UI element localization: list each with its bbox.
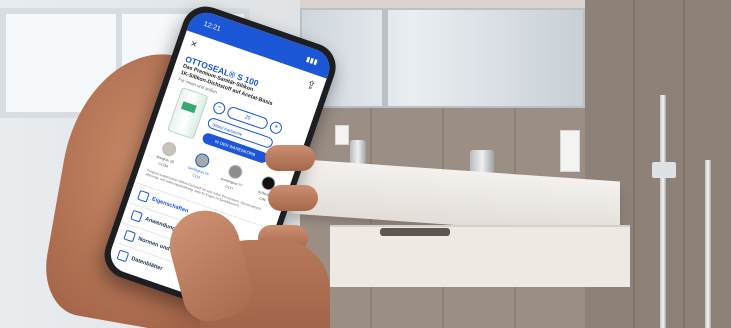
norms-icon (123, 229, 137, 243)
properties-icon (137, 189, 150, 203)
shower-head (652, 162, 676, 178)
plus-button[interactable]: + (268, 120, 284, 136)
minus-button[interactable]: − (211, 100, 227, 116)
bathroom-scene: 12:21 ▮▮▮ × ⇪ OTTOSEAL® S 100 Das Premiu… (0, 0, 731, 328)
share-icon[interactable]: ⇪ (305, 77, 318, 92)
status-time: 12:21 (202, 20, 222, 33)
close-icon[interactable]: × (189, 38, 199, 51)
finger (268, 185, 318, 211)
finger (265, 145, 315, 171)
color-swatch (159, 140, 178, 158)
drawer-handle (380, 228, 450, 236)
wall-panel (560, 130, 580, 172)
color-swatch (192, 151, 211, 170)
accordion-label: Datenblätter (130, 255, 164, 272)
shower-pipe (660, 95, 666, 328)
faucet (350, 140, 366, 164)
application-icon (130, 209, 144, 223)
color-swatch (225, 162, 244, 181)
vanity-front (330, 225, 630, 287)
shower-pipe (705, 160, 711, 328)
datasheet-icon (116, 249, 130, 262)
battery-icon: ▮▮▮ (305, 56, 319, 67)
